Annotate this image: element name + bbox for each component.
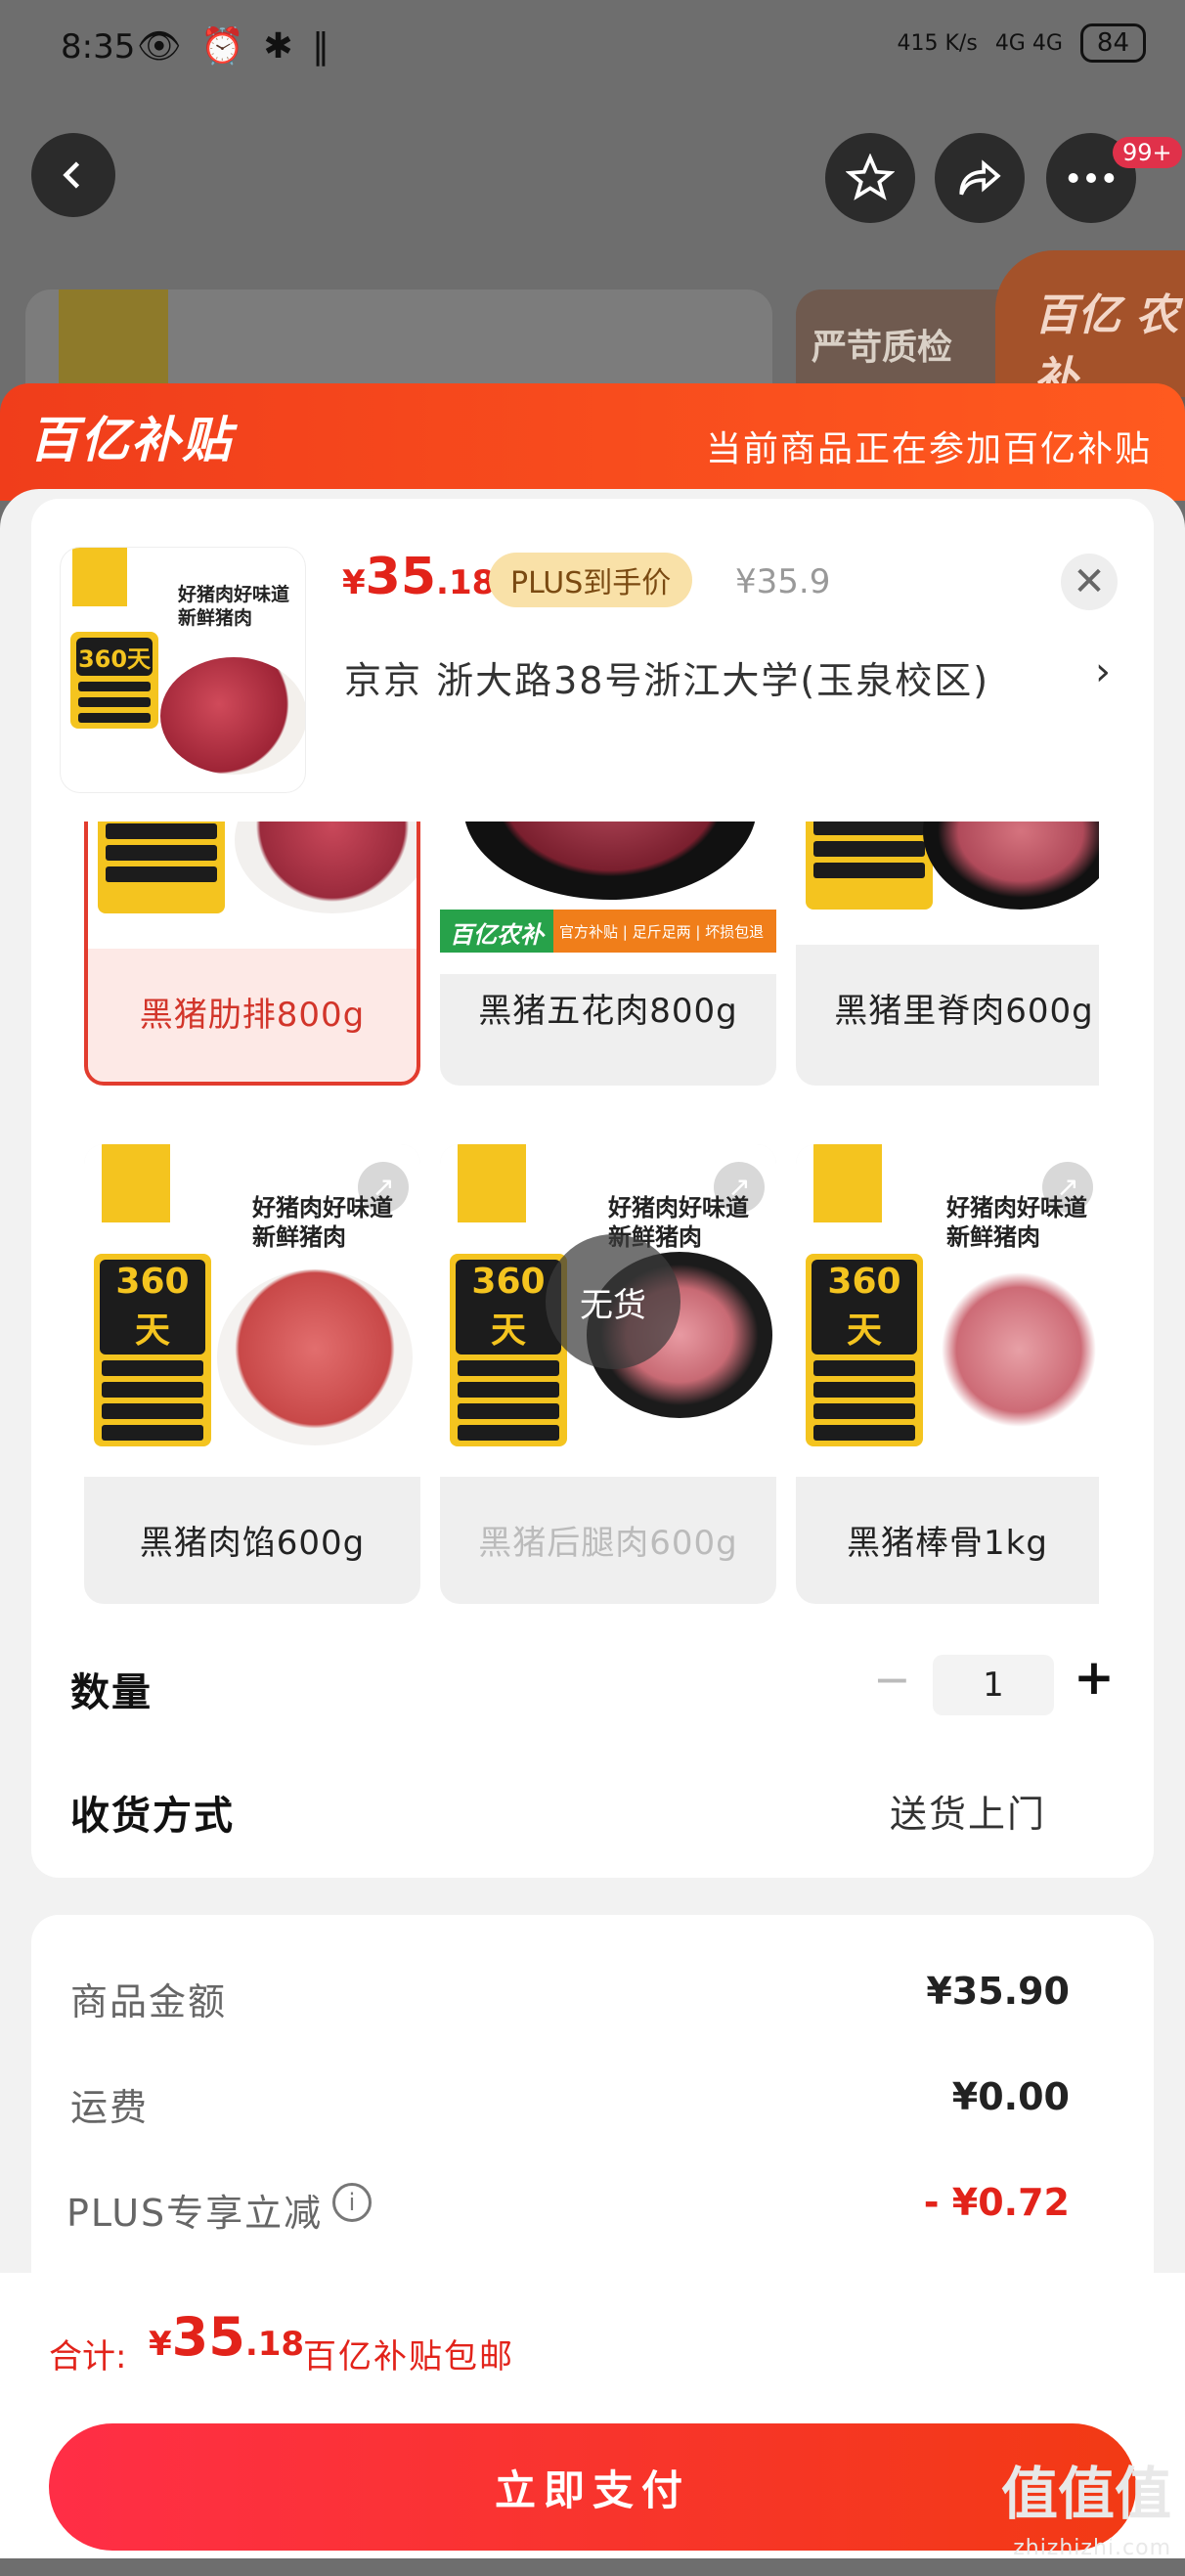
pay-now-button[interactable]: 立即支付	[49, 2423, 1136, 2551]
back-arrow-icon	[63, 161, 80, 189]
more-icon	[1068, 173, 1115, 183]
shipping-fee-label: 运费	[70, 2086, 150, 2129]
goods-amount-value: ¥35.90	[926, 1970, 1070, 2013]
share-icon	[959, 159, 1001, 196]
status-bar: 8:35 👁 ⏰ ✱ ‖ 415 K/s 4G 4G 84	[0, 0, 1185, 98]
strip-note: 官方补贴 | 足斤足两 | 坏损包退	[553, 910, 776, 953]
variant-label: 黑猪里脊肉600g	[834, 992, 1094, 1031]
bg-brand-logo	[59, 289, 168, 397]
strip-logo: 百亿农补	[440, 910, 553, 953]
plus-discount-label: PLUS专享立减	[66, 2192, 324, 2235]
variant-grid: 黑猪肋排800g 百亿农补 官方补贴 | 足斤足两 | 坏损包退 黑猪五花肉80…	[84, 822, 1099, 1604]
variant-label: 黑猪后腿肉600g	[478, 1524, 738, 1563]
share-button[interactable]	[935, 133, 1025, 223]
info-icon[interactable]: i	[332, 2183, 372, 2222]
original-price: ¥35.9	[735, 562, 831, 601]
quantity-plus-button[interactable]: +	[1074, 1649, 1115, 1706]
total-note: 百亿补贴包邮	[303, 2337, 514, 2376]
delivery-method[interactable]: 送货上门	[890, 1784, 1046, 1838]
quantity-label: 数量	[70, 1670, 153, 1715]
brand-logo	[72, 548, 127, 606]
goods-amount-label: 商品金额	[70, 1980, 228, 2023]
bg-banner-text: 严苛质检	[812, 328, 953, 368]
thumb-slogan: 好猪肉好味道 新鲜猪肉	[178, 584, 290, 629]
variant-label: 黑猪肋排800g	[139, 996, 366, 1035]
status-time: 8:35	[61, 27, 136, 67]
variant-item[interactable]: ↗ 好猪肉好味道 新鲜猪肉 360天 黑猪肉馅600g	[84, 1144, 420, 1604]
close-icon: ✕	[1073, 559, 1106, 604]
total-label: 合计:	[49, 2337, 127, 2376]
back-button[interactable]	[31, 133, 115, 217]
delivery-label: 收货方式	[70, 1794, 235, 1839]
variant-item[interactable]: ↗ 好猪肉好味道 新鲜猪肉 360天 无货 黑猪后腿肉600g	[440, 1144, 776, 1604]
status-icons: 👁 ⏰ ✱ ‖	[137, 26, 334, 67]
quantity-minus-button[interactable]: −	[873, 1653, 911, 1706]
product-price: ¥35.18	[342, 548, 496, 606]
plus-discount-value: - ¥0.72	[923, 2181, 1070, 2224]
variant-label: 黑猪棒骨1kg	[847, 1524, 1048, 1563]
shipping-fee-value: ¥0.00	[951, 2075, 1070, 2118]
delivery-address[interactable]: 京京 浙大路38号浙江大学(玉泉校区)	[344, 650, 989, 704]
variant-item[interactable]: ↗ 好猪肉好味道 新鲜猪肉 360天 黑猪棒骨1kg	[796, 1144, 1099, 1604]
status-right: 415 K/s 4G 4G 84	[898, 23, 1146, 63]
favorite-button[interactable]	[825, 133, 915, 223]
network-speed: 415 K/s	[897, 30, 978, 56]
variant-label: 黑猪肉馅600g	[139, 1524, 366, 1563]
plus-price-tag: PLUS到手价	[489, 553, 693, 607]
variant-item[interactable]: 百亿农补 官方补贴 | 足斤足两 | 坏损包退 黑猪五花肉800g	[440, 822, 776, 1086]
variant-item[interactable]: 黑猪里脊肉600g	[796, 822, 1099, 1086]
variant-item[interactable]: 黑猪肋排800g	[84, 822, 420, 1086]
subsidy-logo: 百亿补贴	[29, 412, 233, 468]
quantity-input[interactable]: 1	[933, 1655, 1054, 1715]
more-badge: 99+	[1113, 137, 1182, 168]
network-label: 4G 4G	[994, 30, 1063, 56]
total-price: ¥35.18	[149, 2306, 305, 2368]
chevron-right-icon[interactable]: ›	[1095, 649, 1111, 694]
meat-image	[160, 657, 305, 775]
variant-label: 黑猪五花肉800g	[478, 992, 738, 1031]
product-thumbnail: 好猪肉好味道 新鲜猪肉 360天	[61, 548, 305, 792]
thumb-360-tag: 360天	[70, 632, 158, 729]
sold-out-badge: 无货	[546, 1234, 680, 1369]
close-button[interactable]: ✕	[1061, 554, 1118, 610]
star-icon	[846, 154, 895, 200]
bg-stamp: 百亿 农补	[995, 250, 1185, 403]
watermark: 值值值 zhizhizhi.com	[1000, 2461, 1171, 2560]
subsidy-note: 当前商品正在参加百亿补贴	[705, 429, 1152, 469]
battery-indicator: 84	[1079, 23, 1146, 63]
